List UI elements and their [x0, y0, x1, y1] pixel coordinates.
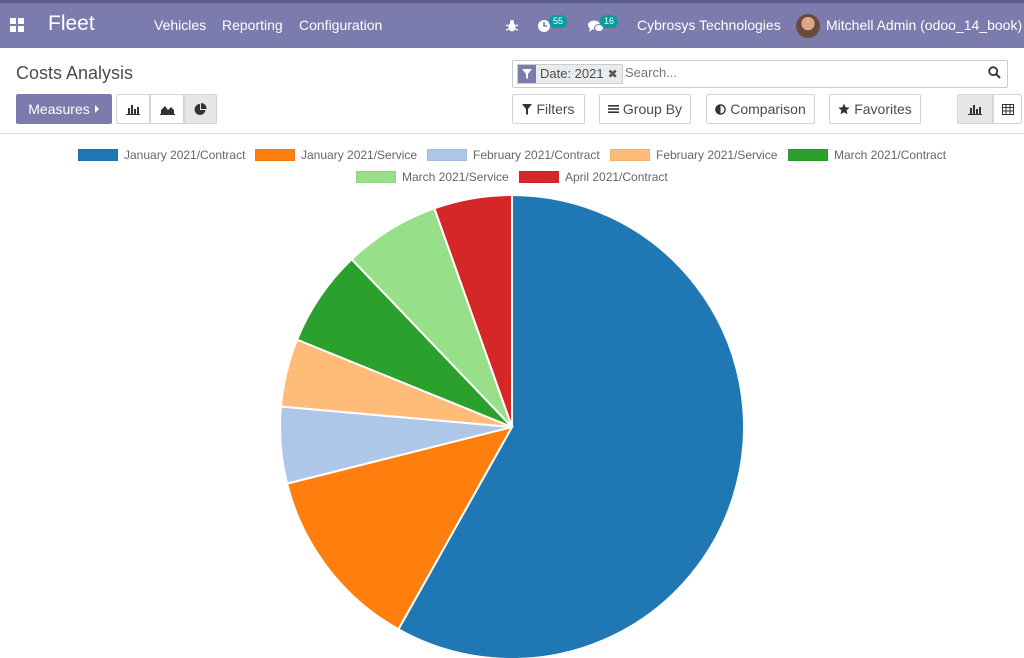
pie-chart [279, 193, 745, 658]
